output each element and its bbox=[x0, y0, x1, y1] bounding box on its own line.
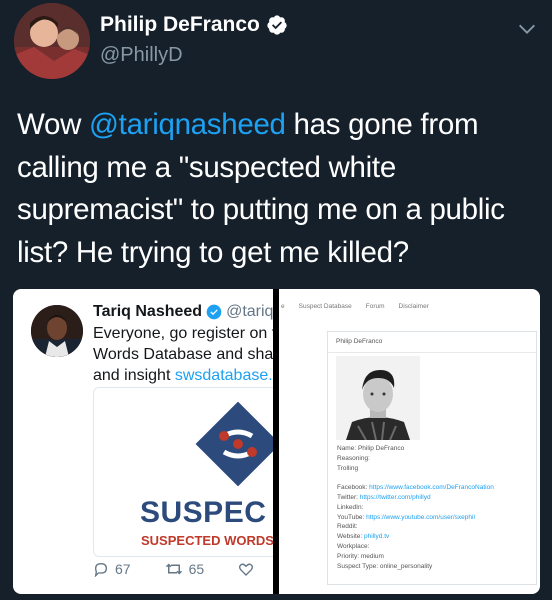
tweet-header: Philip DeFranco @PhillyD bbox=[0, 0, 552, 80]
reply-icon bbox=[94, 562, 108, 577]
field-label: Workplace: bbox=[337, 542, 370, 550]
field-label: Website: bbox=[337, 533, 364, 541]
field-value: online_personality bbox=[379, 562, 433, 570]
embedded-name-row: Tariq Nasheed @tariqna bbox=[93, 303, 273, 321]
field-label: Twitter: bbox=[337, 493, 360, 501]
field-label: Suspect Type: bbox=[337, 562, 380, 570]
retweet-icon bbox=[165, 563, 182, 575]
embedded-text-line-3: and insight swsdatabase. bbox=[93, 365, 273, 386]
nav-item-partial: e bbox=[281, 303, 285, 310]
field-name: Name: Philip DeFranco bbox=[337, 444, 532, 454]
reply-count: 67 bbox=[115, 561, 131, 577]
field-link: https://twitter.com/phillyd bbox=[359, 493, 431, 501]
field-link: https://www.youtube.com/user/sxephil bbox=[366, 513, 475, 521]
nav-item-forum: Forum bbox=[365, 303, 385, 310]
verified-badge-icon bbox=[267, 15, 287, 35]
nav-item-disclaimer: Disclaimer bbox=[398, 303, 429, 310]
divider bbox=[328, 352, 536, 353]
database-nav: e Suspect Database Forum Disclaimer bbox=[279, 303, 443, 310]
mention-link[interactable]: @tariqnasheed bbox=[89, 108, 286, 141]
field-label: Trolling bbox=[337, 464, 359, 472]
field-suspect-type: Suspect Type: online_personality bbox=[337, 562, 532, 572]
field-facebook: Facebook: https://www.facebook.com/DeFra… bbox=[337, 483, 532, 493]
field-label: LinkedIn: bbox=[337, 503, 364, 511]
field-link: https://www.facebook.com/DeFrancoNation bbox=[369, 484, 494, 492]
field-label: Reasoning: bbox=[337, 454, 370, 462]
embedded-text-line-3-prefix: and insight bbox=[93, 367, 175, 384]
field-value: Philip DeFranco bbox=[357, 445, 405, 452]
embedded-text-line-1: Everyone, go register on th bbox=[93, 325, 273, 342]
field-link: phillyd.tv bbox=[363, 533, 390, 541]
tweet-text: Wow @tariqnasheed has gone from calling … bbox=[17, 104, 537, 274]
field-twitter: Twitter: https://twitter.com/phillyd bbox=[337, 493, 532, 503]
field-label: Name: bbox=[337, 445, 358, 452]
chevron-down-icon[interactable] bbox=[516, 18, 538, 40]
field-workplace: Workplace: bbox=[337, 542, 532, 552]
field-youtube: YouTube: https://www.youtube.com/user/sx… bbox=[337, 513, 532, 523]
field-spacer bbox=[337, 473, 532, 483]
embedded-link: swsdatabase. bbox=[174, 367, 273, 384]
field-reasoning-value: Trolling bbox=[337, 464, 532, 474]
embedded-display-name: Tariq Nasheed bbox=[93, 303, 203, 320]
embedded-handle: @tariqna bbox=[226, 303, 273, 320]
field-reddit: Reddit: bbox=[337, 522, 532, 532]
display-name[interactable]: Philip DeFranco bbox=[100, 12, 260, 38]
field-linkedin: LinkedIn: bbox=[337, 503, 532, 513]
embedded-avatar bbox=[31, 305, 83, 357]
field-priority: Priority: medium bbox=[337, 552, 532, 562]
embedded-tweet-screenshot: Tariq Nasheed @tariqna Everyone, go regi… bbox=[13, 289, 273, 594]
field-label: YouTube: bbox=[337, 513, 367, 521]
verified-badge-icon bbox=[206, 304, 222, 320]
profile-fields: Name: Philip DeFranco Reasoning: Trollin… bbox=[337, 444, 532, 571]
database-page-screenshot: e Suspect Database Forum Disclaimer Phil… bbox=[279, 289, 540, 594]
field-website: Website: phillyd.tv bbox=[337, 532, 532, 542]
avatar[interactable] bbox=[14, 3, 90, 79]
profile-photo bbox=[336, 356, 420, 440]
field-label: Priority: bbox=[337, 552, 361, 560]
field-label: Facebook: bbox=[337, 484, 370, 492]
nav-item-suspect-database: Suspect Database bbox=[298, 303, 352, 310]
link-card: SUSPEC SUSPECTED WORDS D bbox=[93, 387, 273, 557]
field-label: Reddit: bbox=[337, 523, 358, 531]
handle[interactable]: @PhillyD bbox=[100, 42, 183, 68]
field-reasoning: Reasoning: bbox=[337, 454, 532, 464]
database-logo-icon bbox=[195, 401, 273, 487]
name-row: Philip DeFranco bbox=[100, 12, 288, 38]
profile-card: Philip DeFranco Name: Philip DeFranco Re… bbox=[327, 331, 537, 585]
field-value: medium bbox=[360, 552, 384, 560]
card-subtitle: SUSPECTED WORDS D bbox=[141, 533, 273, 548]
embedded-actions: 67 65 bbox=[93, 557, 273, 581]
retweet-action: 65 bbox=[165, 561, 205, 577]
embedded-text-line-2: Words Database and share bbox=[93, 346, 273, 363]
card-title: SUSPEC bbox=[140, 496, 267, 529]
retweet-count: 65 bbox=[188, 561, 205, 577]
like-icon bbox=[239, 563, 254, 576]
reply-action: 67 bbox=[93, 561, 131, 577]
tweet-text-prefix: Wow bbox=[17, 108, 90, 141]
embedded-tweet-text: Everyone, go register on th Words Databa… bbox=[93, 323, 273, 386]
profile-title: Philip DeFranco bbox=[336, 338, 383, 345]
like-action bbox=[238, 561, 260, 577]
tweet-media[interactable]: Tariq Nasheed @tariqna Everyone, go regi… bbox=[13, 289, 540, 594]
